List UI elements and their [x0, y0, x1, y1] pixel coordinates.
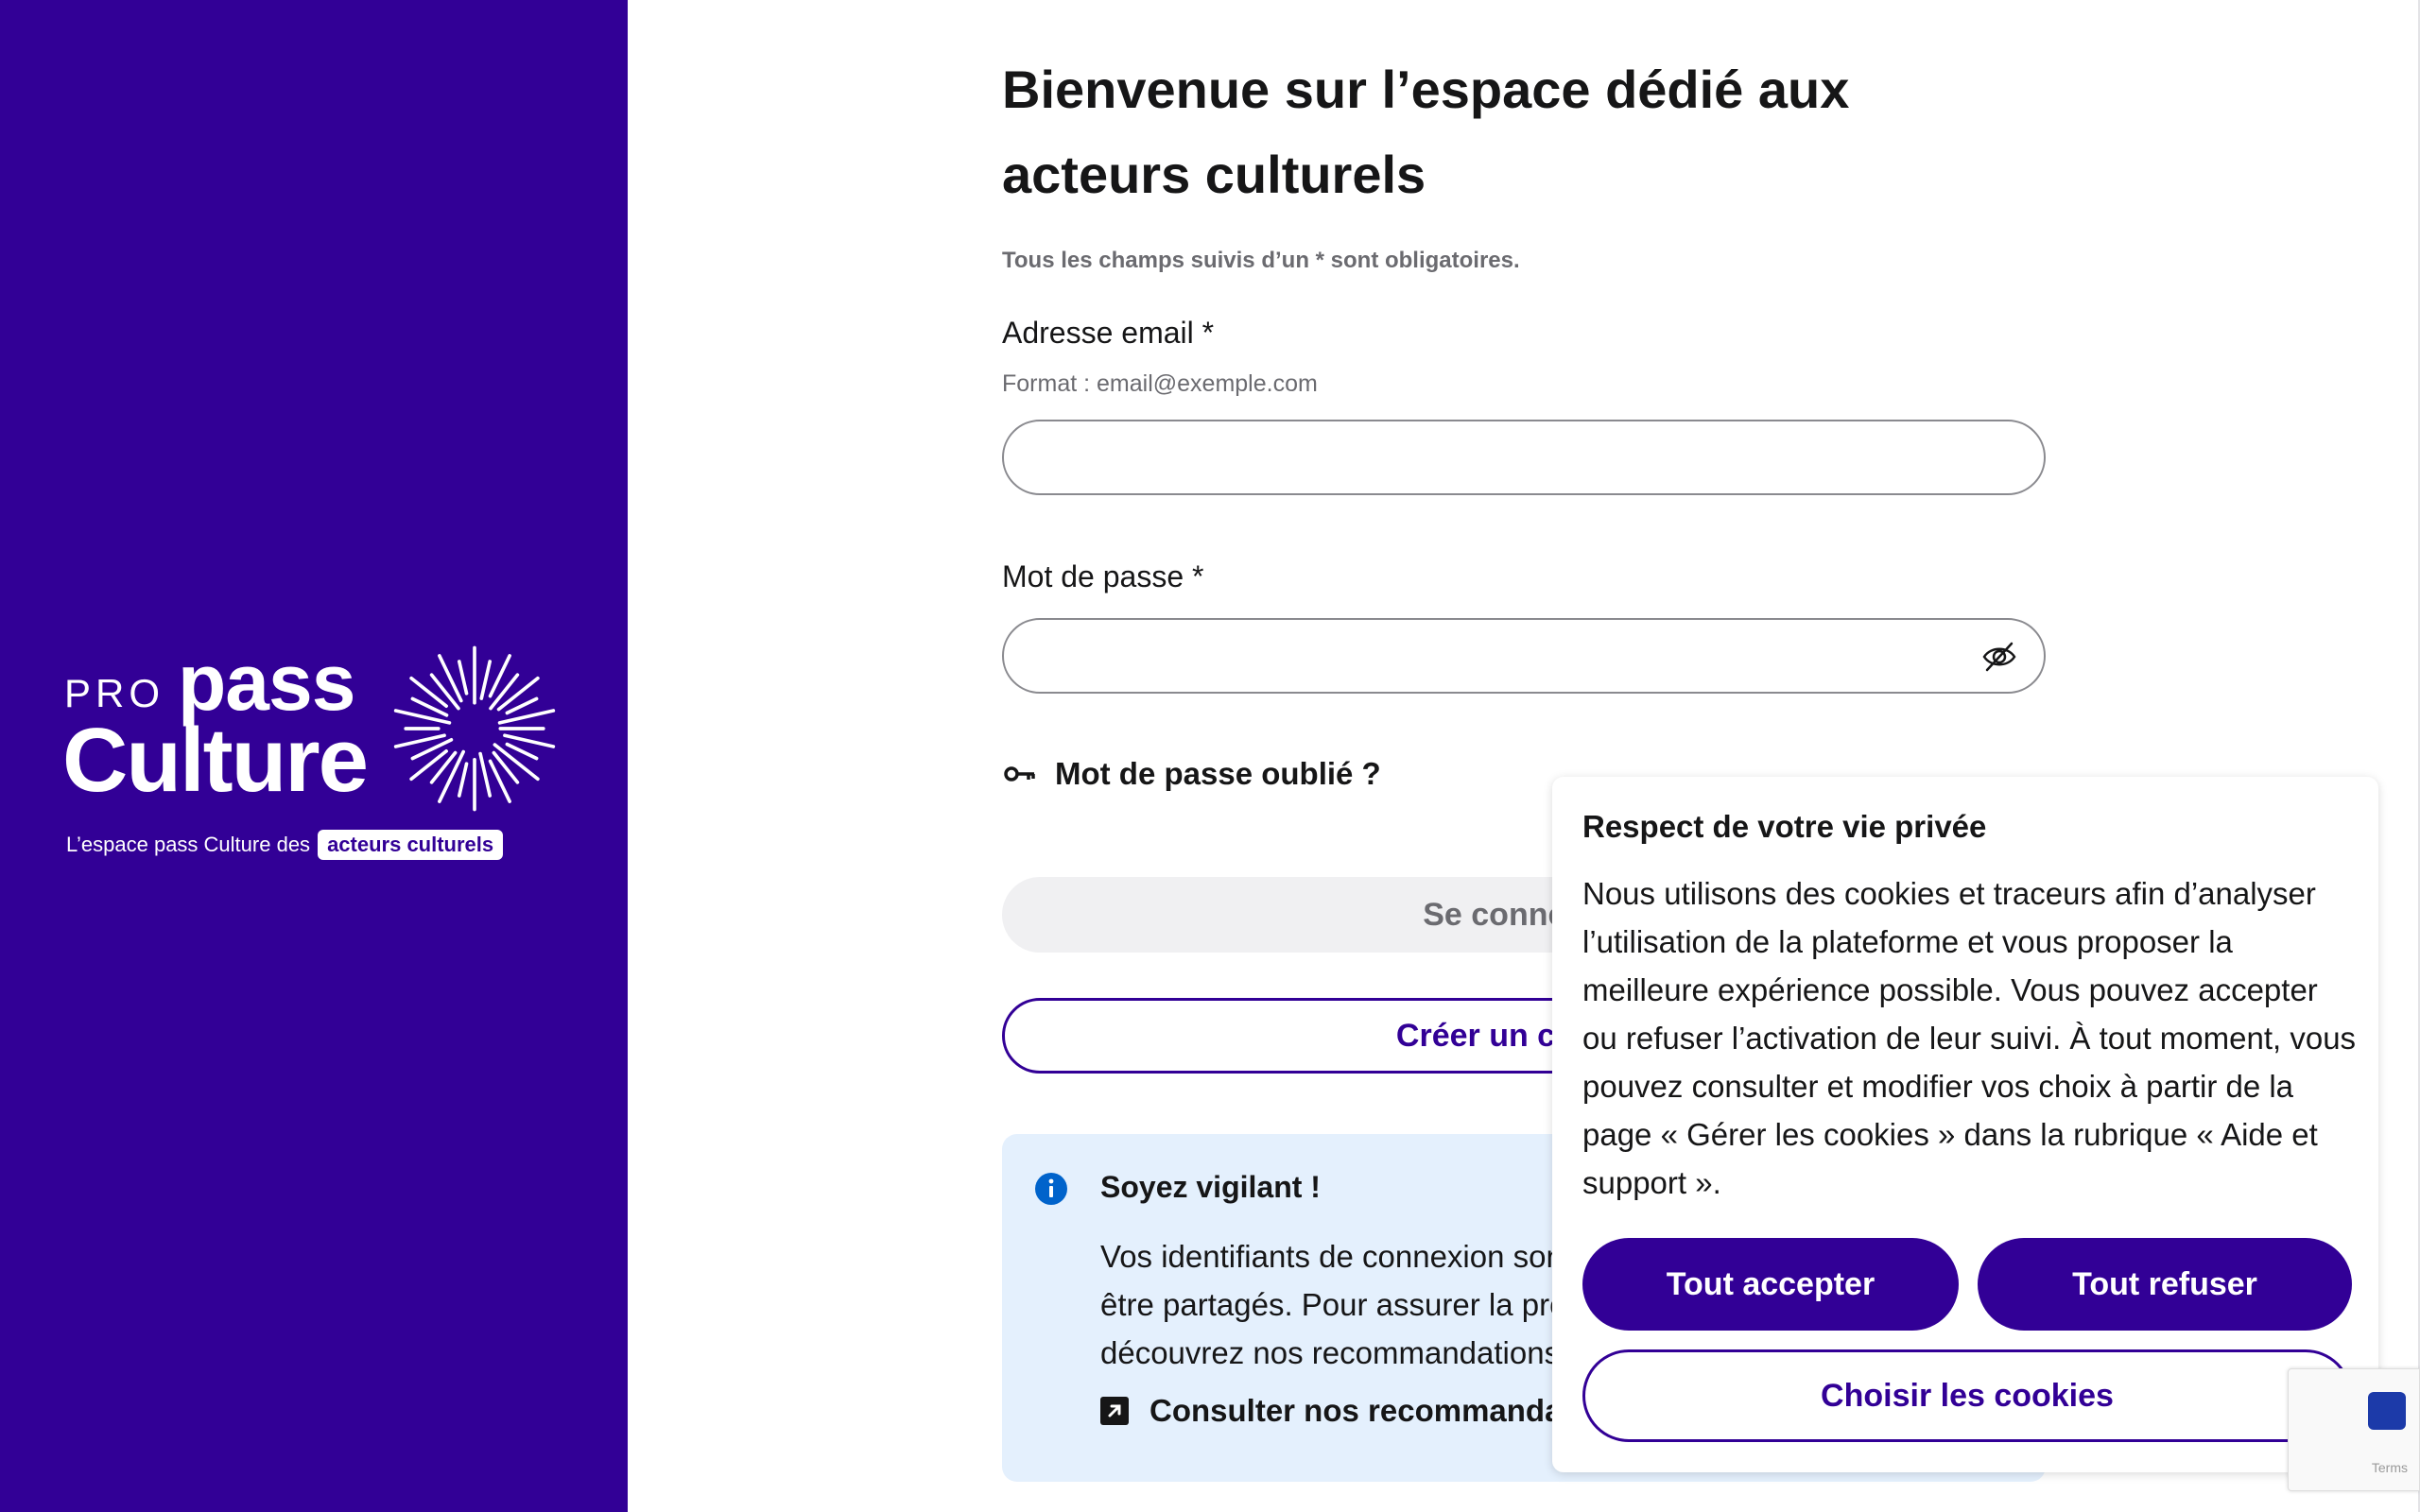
eye-slash-icon[interactable] — [1981, 641, 2017, 673]
pass-culture-pro-logo: PRO pass Culture L’espace pass Culture d… — [62, 638, 573, 864]
brand-panel: PRO pass Culture L’espace pass Culture d… — [0, 0, 628, 1512]
sunburst-icon — [393, 645, 556, 812]
email-format-hint: Format : email@exemple.com — [1002, 370, 1318, 397]
recaptcha-icon — [2368, 1392, 2406, 1430]
cookie-banner-title: Respect de votre vie privée — [1582, 809, 1987, 844]
required-fields-note: Tous les champs suivis d’un * sont oblig… — [1002, 248, 1520, 273]
login-form: Bienvenue sur l’espace dédié aux acteurs… — [1002, 47, 2046, 1482]
tagline-chip: acteurs culturels — [318, 830, 504, 860]
refuse-all-cookies-button[interactable]: Tout refuser — [1978, 1238, 2352, 1331]
recaptcha-badge[interactable]: Terms — [2288, 1368, 2420, 1491]
password-field[interactable] — [1002, 618, 2046, 694]
logo-culture-text: Culture — [62, 710, 369, 811]
page-title: Bienvenue sur l’espace dédié aux acteurs… — [1002, 60, 1850, 204]
callout-title: Soyez vigilant ! — [1100, 1170, 1321, 1204]
email-label: Adresse email * — [1002, 316, 1215, 350]
forgot-password-link[interactable]: Mot de passe oublié ? — [1004, 756, 1381, 792]
choose-cookies-button[interactable]: Choisir les cookies — [1582, 1349, 2352, 1442]
key-icon — [1004, 766, 1035, 782]
external-link-icon — [1100, 1397, 1129, 1425]
email-field[interactable] — [1002, 420, 2046, 495]
password-label: Mot de passe * — [1002, 559, 1204, 593]
tagline-text: L’espace pass Culture des — [66, 833, 311, 856]
cookie-banner-text: Nous utilisons des cookies et traceurs a… — [1582, 876, 2357, 1200]
cookie-consent-banner: Respect de votre vie privée Nous utiliso… — [1552, 777, 2378, 1472]
forgot-password-label: Mot de passe oublié ? — [1055, 756, 1381, 791]
logo-tagline: L’espace pass Culture des acteurs cultur… — [66, 830, 504, 860]
accept-all-cookies-button[interactable]: Tout accepter — [1582, 1238, 1959, 1331]
recaptcha-terms: Terms — [2371, 1460, 2408, 1475]
info-icon — [1035, 1173, 1067, 1205]
